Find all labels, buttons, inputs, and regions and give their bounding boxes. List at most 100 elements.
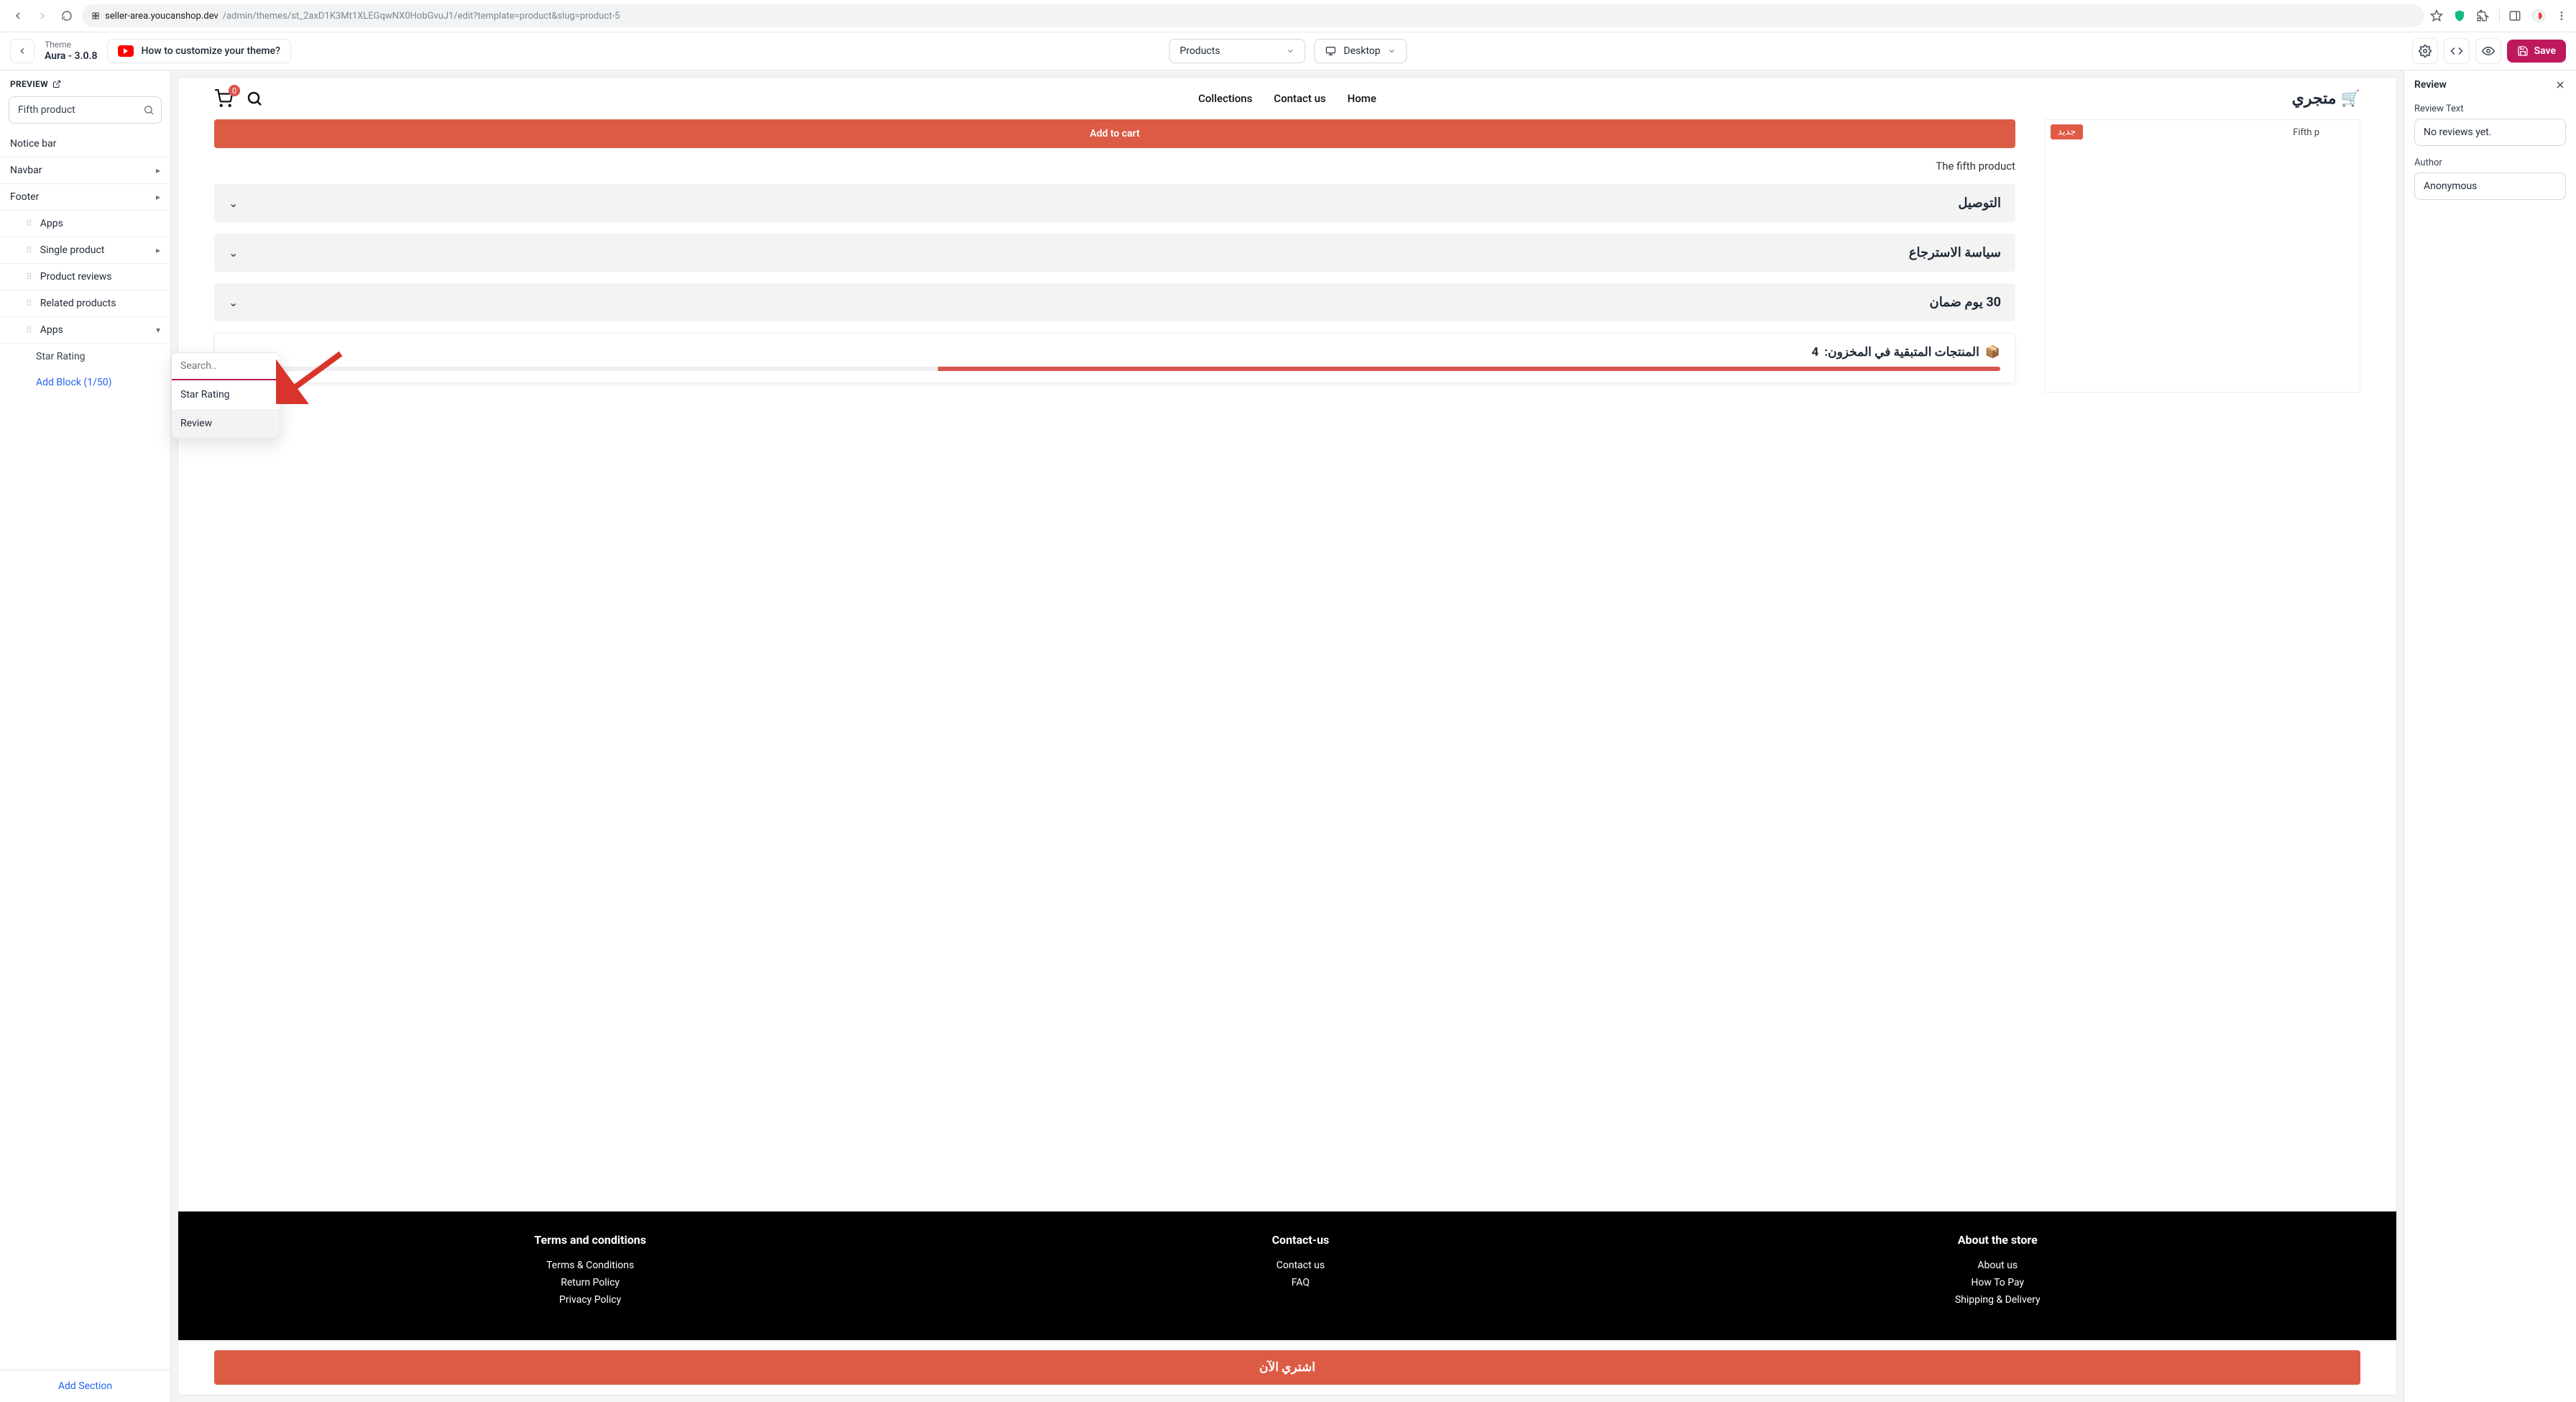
browser-menu-icon[interactable] [2556,10,2567,22]
chevron-down-icon [1388,47,1397,55]
browser-url-bar[interactable]: seller-area.youcanshop.dev/admin/themes/… [82,4,2424,27]
sidebar-subitem-star-rating[interactable]: Star Rating [0,344,170,370]
chevron-right-icon: ▸ [156,245,160,255]
block-picker-popup: Star Rating Review [171,352,280,439]
chevron-down-icon: ⌄ [229,196,238,210]
product-name-hint: Fifth p [2293,127,2319,138]
save-icon [2517,45,2529,57]
footer-link[interactable]: Return Policy [534,1277,646,1288]
chevron-right-icon: ▸ [156,165,160,175]
add-to-cart-button[interactable]: Add to cart [214,119,2015,148]
product-image-placeholder: جديد Fifth p [2044,119,2360,393]
site-header: 0 Collections Contact us Home متجري 🛒 [178,78,2396,119]
add-section-button[interactable]: Add Section [0,1370,170,1402]
browser-back-button[interactable] [9,6,27,25]
accordion-delivery[interactable]: التوصيل⌄ [214,184,2015,222]
site-logo[interactable]: متجري 🛒 [2292,90,2360,108]
cart-icon[interactable]: 0 [214,89,233,108]
theme-back-button[interactable] [10,39,34,63]
save-button[interactable]: Save [2507,40,2566,63]
accordion-warranty[interactable]: 30 يوم ضمان⌄ [214,283,2015,321]
sidebar-item-footer[interactable]: Footer▸ [0,184,170,211]
footer-link[interactable]: About us [1955,1260,2041,1271]
site-search-icon[interactable] [246,90,263,107]
cart-emoji-icon: 🛒 [2341,90,2360,108]
stock-indicator: 📦 المنتجات المتبقية في المخزون: 4 [214,333,2015,383]
code-button[interactable] [2444,38,2470,64]
browser-toolbar: seller-area.youcanshop.dev/admin/themes/… [0,0,2576,32]
footer-link[interactable]: Contact us [1272,1260,1330,1271]
add-block-link[interactable]: Add Block (1/50) [0,370,170,395]
app-top-bar: Theme Aura - 3.0.8 How to customize your… [0,32,2576,70]
external-link-icon [52,80,61,88]
shield-icon[interactable] [2453,9,2466,22]
sidebar-item-apps-expanded[interactable]: ⠿Apps▾ [0,317,170,344]
browser-forward-button[interactable] [33,6,52,25]
nav-contact[interactable]: Contact us [1274,92,1325,105]
drag-handle-icon[interactable]: ⠿ [26,298,33,308]
footer-link[interactable]: Shipping & Delivery [1955,1294,2041,1306]
extensions-icon[interactable] [2476,9,2489,22]
footer-col-about: About the store About us How To Pay Ship… [1955,1233,2041,1311]
review-text-input[interactable]: No reviews yet. [2414,119,2566,146]
profile-avatar-icon[interactable] [2531,9,2546,23]
author-input[interactable]: Anonymous [2414,173,2566,200]
chevron-down-icon [1286,47,1294,55]
sidebar-item-single-product[interactable]: ⠿Single product▸ [0,237,170,264]
device-selector-dropdown[interactable]: Desktop [1314,39,1407,63]
url-path: /admin/themes/st_2axD1K3Mt1XLEGqwNX0HobG… [223,11,620,22]
url-host: seller-area.youcanshop.dev [105,11,218,22]
nav-home[interactable]: Home [1348,92,1376,105]
site-frame: 0 Collections Contact us Home متجري 🛒 [178,78,2396,1395]
cart-count-badge: 0 [229,85,240,96]
drag-handle-icon[interactable]: ⠿ [26,325,33,335]
drag-handle-icon[interactable]: ⠿ [26,219,33,229]
side-panel-icon[interactable] [2499,9,2521,22]
browser-reload-button[interactable] [58,6,76,25]
sidebar-search-input[interactable] [9,96,162,124]
footer-col-contact: Contact-us Contact us FAQ [1272,1233,1330,1311]
sidebar-item-product-reviews[interactable]: ⠿Product reviews [0,264,170,290]
footer-link[interactable]: FAQ [1272,1277,1330,1288]
bookmark-star-icon[interactable] [2430,9,2443,22]
theme-label: Theme Aura - 3.0.8 [45,40,97,62]
panel-close-button[interactable] [2554,79,2566,91]
package-icon: 📦 [1985,345,2000,359]
search-icon [143,104,155,116]
accordion-return-policy[interactable]: سياسة الاسترجاع⌄ [214,234,2015,272]
preview-canvas: 0 Collections Contact us Home متجري 🛒 [171,70,2404,1402]
settings-button[interactable] [2412,38,2438,64]
block-option-star-rating[interactable]: Star Rating [172,380,280,409]
preview-heading[interactable]: PREVIEW [0,70,170,92]
footer-link[interactable]: Terms & Conditions [534,1260,646,1271]
buy-now-button[interactable]: اشتري الآن [214,1350,2360,1385]
block-picker-search[interactable] [172,353,280,380]
preview-eye-button[interactable] [2475,38,2501,64]
sidebar-item-notice-bar[interactable]: Notice bar [0,131,170,157]
chevron-down-icon: ⌄ [229,246,238,260]
properties-panel: Review Review Text No reviews yet. Autho… [2404,70,2576,1402]
page-selector-dropdown[interactable]: Products [1169,39,1305,63]
sidebar-item-related-products[interactable]: ⠿Related products [0,290,170,317]
sticky-buy-bar: اشتري الآن [178,1340,2396,1395]
footer-link[interactable]: Privacy Policy [534,1294,646,1306]
desktop-icon [1325,45,1336,57]
sidebar: PREVIEW Notice bar Navbar▸ Footer▸ ⠿Apps… [0,70,171,1402]
sidebar-item-navbar[interactable]: Navbar▸ [0,157,170,184]
chevron-down-icon: ▾ [156,325,160,335]
drag-handle-icon[interactable]: ⠿ [26,272,33,282]
product-new-badge: جديد [2051,124,2083,139]
footer-link[interactable]: How To Pay [1955,1277,2041,1288]
chevron-down-icon: ⌄ [229,295,238,309]
block-option-review[interactable]: Review [172,409,280,438]
chevron-right-icon: ▸ [156,192,160,202]
author-label: Author [2414,157,2566,168]
site-settings-icon [91,11,101,21]
drag-handle-icon[interactable]: ⠿ [26,245,33,255]
youtube-icon [118,45,134,57]
footer-col-terms: Terms and conditions Terms & Conditions … [534,1233,646,1311]
review-text-label: Review Text [2414,104,2566,114]
howto-button[interactable]: How to customize your theme? [107,39,290,63]
sidebar-item-apps[interactable]: ⠿Apps [0,211,170,237]
nav-collections[interactable]: Collections [1198,92,1252,105]
